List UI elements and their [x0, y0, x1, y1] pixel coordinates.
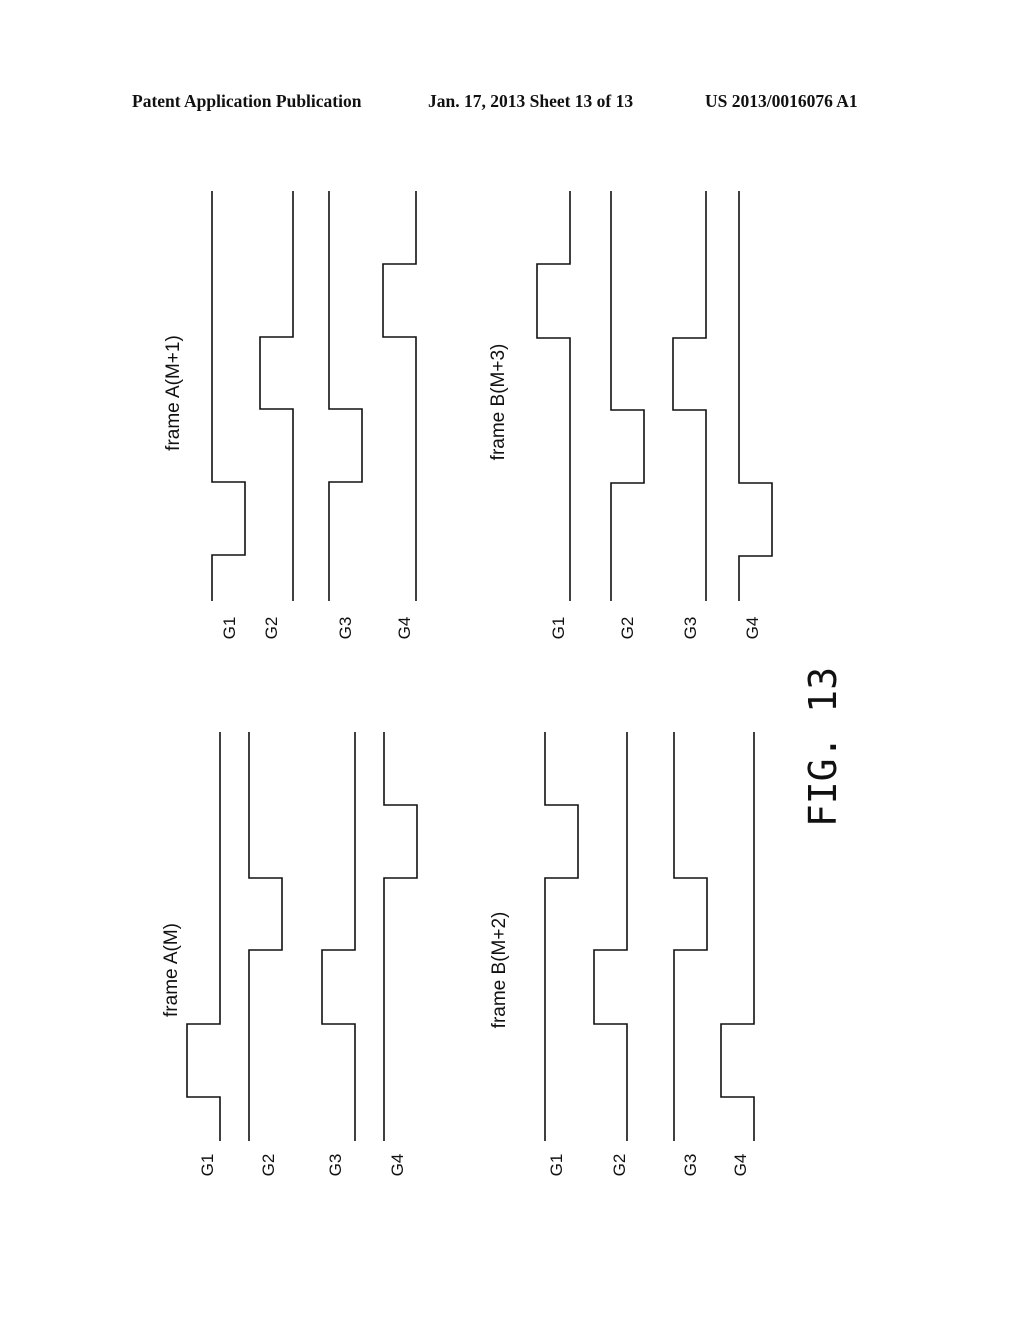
waveform-g4 [382, 191, 417, 601]
waveform-g4 [738, 191, 773, 601]
signal-label-g2: G2 [618, 617, 637, 640]
signal-label-g2: G2 [262, 617, 281, 640]
frame-title: frame B(M+2) [489, 912, 510, 1029]
frame-panel-frame-A-M: frame A(M) G1 G2 G3 G4 [161, 732, 418, 1177]
signal-label-g4: G4 [395, 617, 414, 640]
signal-label-g3: G3 [336, 617, 355, 640]
timing-diagram-figure: frame A(M)G1 G2 G3 G4frame A(M+1)G1 G2 G3 G4fr… [161, 191, 845, 1177]
signal-label-g1: G1 [220, 617, 239, 640]
signal-label-g1: G1 [198, 1154, 217, 1177]
waveform-g3 [672, 191, 707, 601]
signal-label-g3: G3 [326, 1154, 345, 1177]
waveform-g2 [593, 732, 628, 1141]
frame-title: frame A(M) [161, 923, 182, 1017]
frame-title: frame A(M+1) [163, 335, 184, 451]
waveform-g1 [544, 732, 579, 1141]
signal-label-g3: G3 [681, 617, 700, 640]
figure-label: FIG. 13 [801, 667, 845, 827]
waveform-g3 [328, 191, 363, 601]
waveform-g3 [673, 732, 708, 1141]
signal-label-g4: G4 [731, 1154, 750, 1177]
frame-title: frame B(M+3) [488, 344, 509, 461]
waveform-g1 [186, 732, 221, 1141]
signal-label-g2: G2 [259, 1154, 278, 1177]
frame-panel-frame-A-M1: frame A(M+1) G1 G2 G3 G4 [163, 191, 417, 640]
signal-label-g4: G4 [388, 1154, 407, 1177]
signal-label-g4: G4 [743, 617, 762, 640]
waveform-g4 [383, 732, 418, 1141]
waveform-g3 [321, 732, 356, 1141]
waveform-g2 [259, 191, 294, 601]
waveform-g1 [536, 191, 571, 601]
signal-label-g1: G1 [549, 617, 568, 640]
signal-label-g3: G3 [681, 1154, 700, 1177]
signal-label-g1: G1 [547, 1154, 566, 1177]
frame-panel-frame-B-M3: frame B(M+3) G1 G2 G3 G4 [488, 191, 773, 640]
waveform-g4 [720, 732, 755, 1141]
waveform-g2 [248, 732, 283, 1141]
signal-label-g2: G2 [610, 1154, 629, 1177]
frame-panel-frame-B-M2: frame B(M+2) G1 G2 G3 G4 [489, 732, 755, 1177]
waveform-g2 [610, 191, 645, 601]
waveform-g1 [211, 191, 246, 601]
